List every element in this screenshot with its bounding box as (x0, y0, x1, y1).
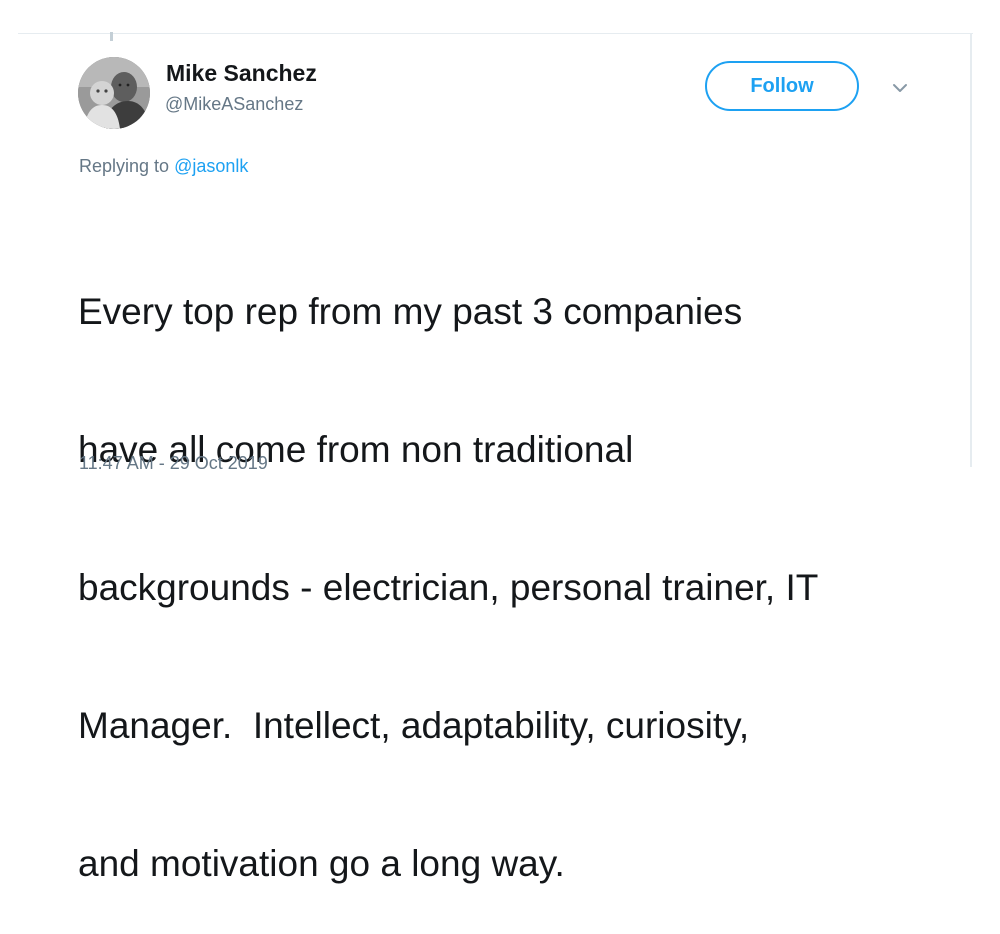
chevron-down-icon[interactable] (890, 80, 910, 96)
mention-link[interactable]: @jasonlk (174, 156, 248, 176)
display-name[interactable]: Mike Sanchez (166, 60, 317, 87)
tweet-text-line: backgrounds - electrician, personal trai… (78, 567, 819, 608)
avatar[interactable] (78, 57, 150, 129)
tweet-text: Every top rep from my past 3 companies h… (78, 197, 938, 934)
tweet-text-line: Manager. Intellect, adaptability, curios… (78, 705, 750, 746)
tweet-card: Mike Sanchez @MikeASanchez Follow Replyi… (0, 0, 1000, 884)
tweet-text-line: Every top rep from my past 3 companies (78, 291, 743, 332)
profile-photo-icon (78, 57, 150, 129)
replying-to-label: Replying to (79, 156, 175, 176)
replying-to: Replying to @jasonlk (79, 156, 248, 177)
tweet-text-line: and motivation go a long way. (78, 843, 565, 884)
username-handle[interactable]: @MikeASanchez (165, 94, 303, 115)
tweet-timestamp[interactable]: 11:47 AM - 29 Oct 2019 (79, 453, 268, 474)
follow-button[interactable]: Follow (705, 61, 859, 111)
